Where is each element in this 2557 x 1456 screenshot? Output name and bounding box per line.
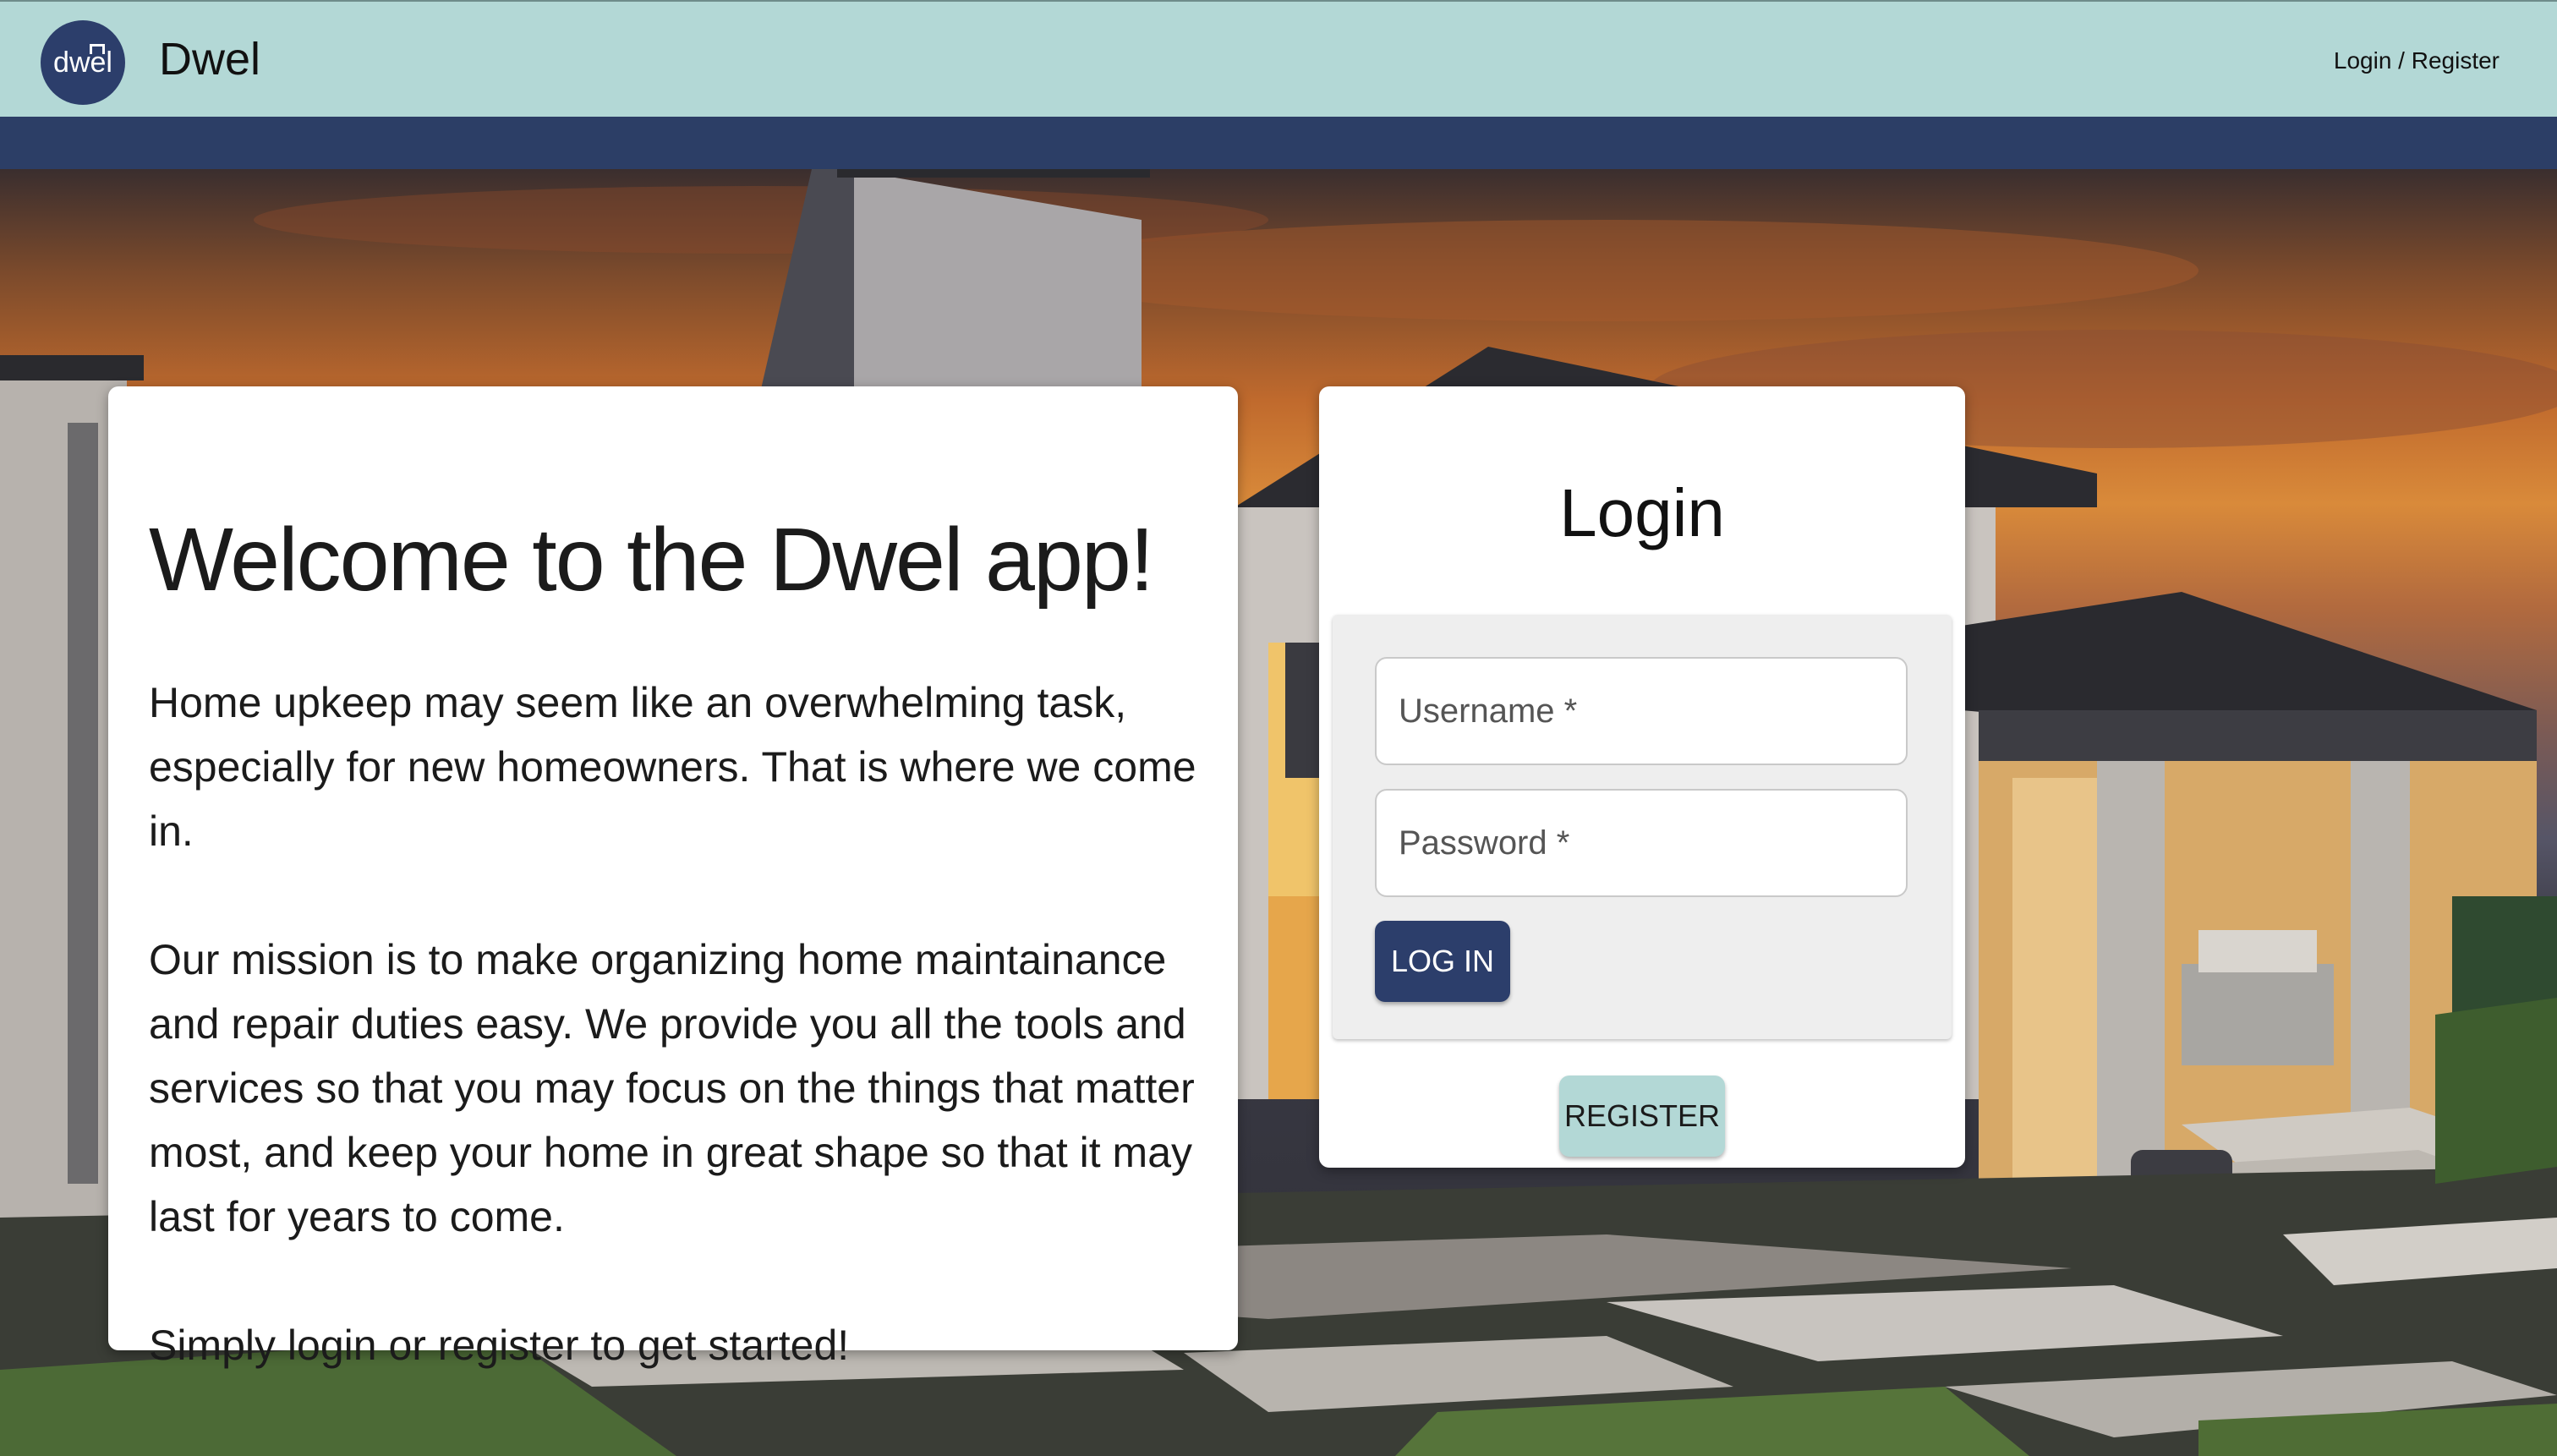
username-input[interactable]: [1375, 657, 1908, 765]
welcome-paragraph-cta: Simply login or register to get started!: [149, 1322, 850, 1369]
navigation-subbar: [0, 117, 2557, 169]
login-button[interactable]: LOG IN: [1375, 921, 1510, 1002]
welcome-title: Welcome to the Dwel app!: [149, 510, 1154, 610]
welcome-paragraph-mission: Our mission is to make organizing home m…: [149, 936, 1195, 1240]
top-app-bar: dwel Dwel Login / Register: [0, 0, 2557, 117]
login-form: LOG IN: [1333, 615, 1952, 1039]
password-input[interactable]: [1375, 789, 1908, 897]
welcome-card: Welcome to the Dwel app! Home upkeep may…: [108, 386, 1238, 1369]
register-button[interactable]: REGISTER: [1559, 1076, 1725, 1157]
login-card: Login LOG IN REGISTER: [1319, 386, 1965, 1168]
login-register-link[interactable]: Login / Register: [2334, 44, 2500, 78]
app-root: dwel Dwel Login / Register Welcome to th…: [0, 0, 2557, 1456]
dwel-logo[interactable]: dwel: [41, 20, 125, 105]
app-title: Dwel: [159, 34, 261, 85]
login-title: Login: [1559, 475, 1725, 550]
welcome-paragraph-intro: Home upkeep may seem like an overwhelmin…: [149, 679, 1196, 855]
logo-roof-icon: [90, 44, 105, 54]
